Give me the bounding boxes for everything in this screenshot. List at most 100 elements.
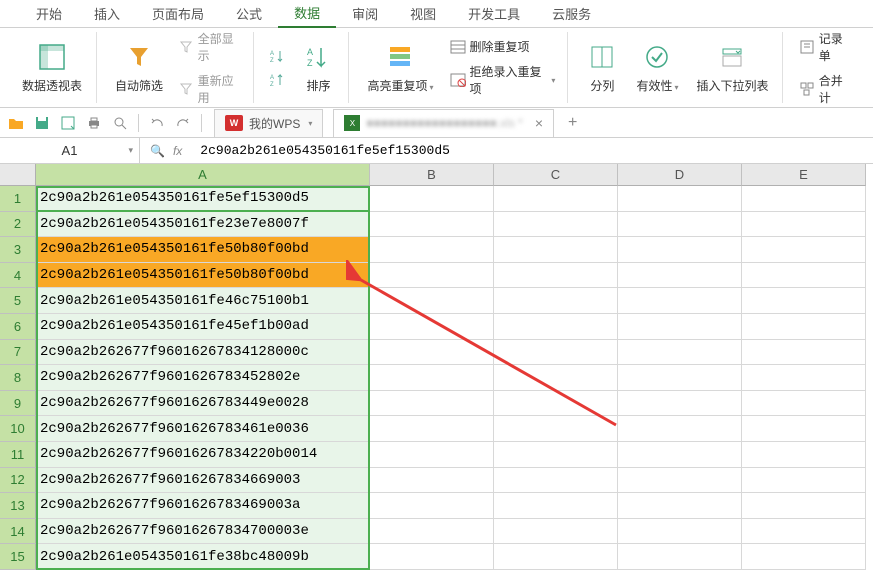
cell[interactable] [370, 212, 494, 238]
cell[interactable] [618, 468, 742, 494]
cell[interactable] [494, 391, 618, 417]
cell[interactable] [494, 263, 618, 289]
row-header[interactable]: 14 [0, 519, 36, 545]
cell[interactable] [370, 263, 494, 289]
select-all-corner[interactable] [0, 164, 36, 186]
cell[interactable] [742, 314, 866, 340]
cell[interactable]: 2c90a2b262677f9601626783449e0028 [36, 391, 370, 417]
row-header[interactable]: 10 [0, 416, 36, 442]
reject-dup-button[interactable]: 拒绝录入重复项▾ [446, 61, 560, 99]
cell[interactable] [370, 544, 494, 570]
cell[interactable] [370, 314, 494, 340]
cell[interactable] [742, 416, 866, 442]
row-header[interactable]: 6 [0, 314, 36, 340]
cell[interactable]: 2c90a2b261e054350161fe38bc48009b [36, 544, 370, 570]
row-header[interactable]: 13 [0, 493, 36, 519]
tab-formula[interactable]: 公式 [220, 0, 278, 28]
cell[interactable] [742, 237, 866, 263]
cell[interactable] [370, 519, 494, 545]
cell[interactable] [618, 186, 742, 212]
cell[interactable] [742, 519, 866, 545]
cell[interactable] [618, 416, 742, 442]
cell[interactable]: 2c90a2b262677f96016267834220b0014 [36, 442, 370, 468]
tab-data[interactable]: 数据 [278, 0, 336, 28]
row-header[interactable]: 7 [0, 340, 36, 366]
cell[interactable] [742, 186, 866, 212]
cell[interactable] [494, 288, 618, 314]
validation-button[interactable]: 有效性▾ [630, 37, 684, 98]
cell[interactable]: 2c90a2b261e054350161fe45ef1b00ad [36, 314, 370, 340]
row-header[interactable]: 9 [0, 391, 36, 417]
col-header-A[interactable]: A [36, 164, 370, 186]
cell[interactable] [494, 314, 618, 340]
sort-asc-button[interactable]: AZ [266, 46, 290, 66]
doc-tab-wps[interactable]: W 我的WPS ▾ [214, 109, 323, 137]
cell[interactable]: 2c90a2b261e054350161fe23e7e8007f [36, 212, 370, 238]
row-header[interactable]: 12 [0, 468, 36, 494]
remove-dup-button[interactable]: 删除重复项 [446, 36, 560, 57]
cell[interactable] [494, 468, 618, 494]
cell[interactable] [742, 468, 866, 494]
cell[interactable] [618, 237, 742, 263]
autofilter-button[interactable]: 自动筛选 [109, 37, 169, 98]
cell[interactable]: 2c90a2b262677f9601626783452802e [36, 365, 370, 391]
cell[interactable] [370, 442, 494, 468]
cell[interactable] [494, 365, 618, 391]
cell[interactable] [742, 493, 866, 519]
record-button[interactable]: 记录单 [795, 28, 857, 66]
redo-button[interactable] [173, 113, 193, 133]
text-to-cols-button[interactable]: 分列 [580, 37, 624, 98]
tab-layout[interactable]: 页面布局 [136, 0, 220, 28]
cell[interactable] [494, 186, 618, 212]
tab-start[interactable]: 开始 [20, 0, 78, 28]
cell[interactable] [742, 263, 866, 289]
saveas-button[interactable] [58, 113, 78, 133]
reapply-button[interactable]: 重新应用 [175, 70, 245, 108]
undo-button[interactable] [147, 113, 167, 133]
row-header[interactable]: 2 [0, 212, 36, 238]
cell[interactable] [494, 237, 618, 263]
row-header[interactable]: 1 [0, 186, 36, 212]
row-header[interactable]: 11 [0, 442, 36, 468]
doc-tab-file[interactable]: X ■■■■■■■■■■■■■■■■■■.xls * × [333, 109, 554, 137]
open-button[interactable] [6, 113, 26, 133]
cell[interactable] [742, 391, 866, 417]
row-header[interactable]: 8 [0, 365, 36, 391]
cell[interactable]: 2c90a2b262677f9601626783469003a [36, 493, 370, 519]
cells-grid[interactable]: 2c90a2b261e054350161fe5ef15300d52c90a2b2… [36, 186, 873, 570]
cell[interactable] [370, 340, 494, 366]
name-box[interactable]: A1 ▾ [0, 138, 140, 163]
print-button[interactable] [84, 113, 104, 133]
dropdown-button[interactable]: 插入下拉列表 [690, 37, 774, 98]
formula-input[interactable] [192, 138, 873, 163]
col-header-B[interactable]: B [370, 164, 494, 186]
showall-button[interactable]: 全部显示 [175, 28, 245, 66]
consolidate-button[interactable]: 合并计 [795, 70, 857, 108]
fx-button[interactable]: fx [173, 144, 182, 158]
cell[interactable] [618, 519, 742, 545]
cell[interactable] [370, 416, 494, 442]
row-header[interactable]: 15 [0, 544, 36, 570]
highlight-dup-button[interactable]: 高亮重复项▾ [361, 37, 439, 98]
cell[interactable] [370, 237, 494, 263]
cell[interactable] [494, 519, 618, 545]
cell[interactable]: 2c90a2b261e054350161fe50b80f00bd [36, 237, 370, 263]
cell[interactable]: 2c90a2b261e054350161fe50b80f00bd [36, 263, 370, 289]
cell[interactable] [370, 493, 494, 519]
print-preview-button[interactable] [110, 113, 130, 133]
cell[interactable]: 2c90a2b262677f96016267834669003 [36, 468, 370, 494]
cell[interactable] [618, 493, 742, 519]
cell[interactable] [742, 442, 866, 468]
cell[interactable] [370, 391, 494, 417]
cell[interactable] [742, 365, 866, 391]
cell[interactable] [742, 340, 866, 366]
cell[interactable] [618, 212, 742, 238]
tab-insert[interactable]: 插入 [78, 0, 136, 28]
cell[interactable] [494, 493, 618, 519]
cell[interactable] [742, 212, 866, 238]
cell[interactable] [618, 365, 742, 391]
cell[interactable]: 2c90a2b262677f96016267834128000c [36, 340, 370, 366]
tab-view[interactable]: 视图 [394, 0, 452, 28]
cell[interactable] [618, 544, 742, 570]
cell[interactable] [494, 442, 618, 468]
